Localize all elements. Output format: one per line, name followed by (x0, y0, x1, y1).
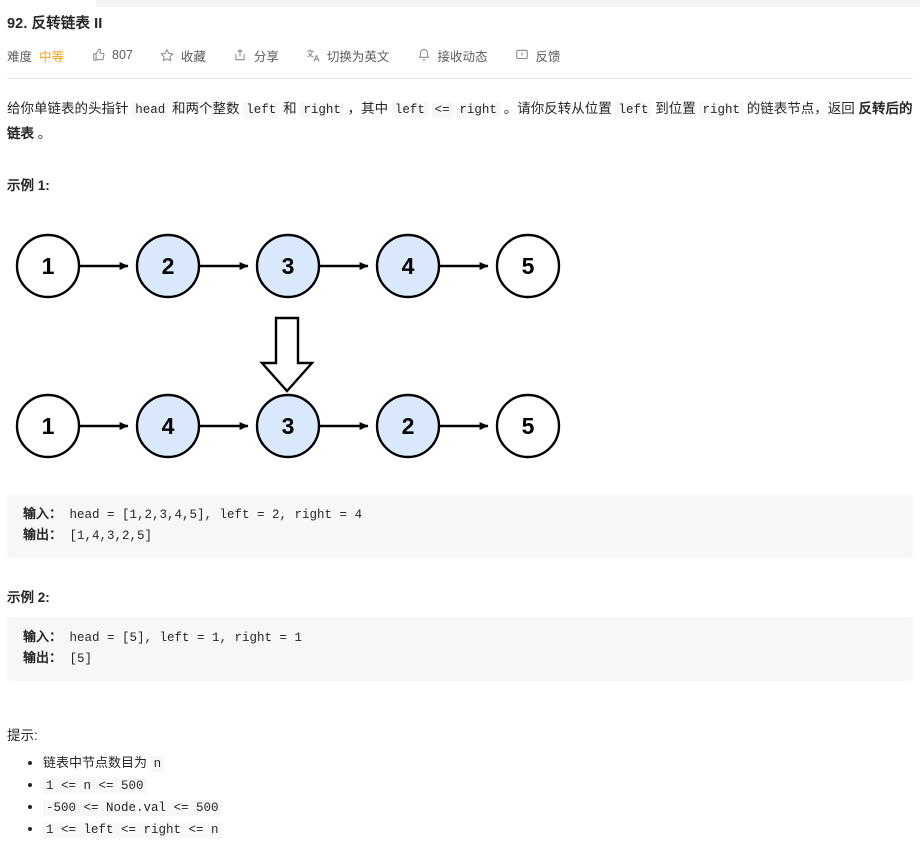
bell-icon (416, 48, 431, 63)
notify-button[interactable]: 接收动态 (416, 46, 487, 65)
inline-code-left-1: left (243, 102, 280, 118)
inline-code-lte: <= (431, 102, 453, 118)
desc-text-7: 。请你反转从位置 (499, 101, 616, 116)
problem-meta-bar: 难度 中等 807 收藏 分享 切换为英文 接收动态 反馈 (7, 45, 913, 65)
difficulty-value: 中等 (39, 49, 65, 64)
share-icon (233, 48, 248, 63)
list-item: 1 <= left <= right <= n (43, 819, 913, 841)
hint-code: n (150, 756, 165, 772)
desc-text-1: 给你单链表的头指针 (7, 101, 133, 116)
desc-text-3: 和 (279, 101, 301, 116)
inline-code-right-2: right (456, 102, 500, 118)
hint-code: -500 <= Node.val <= 500 (43, 800, 222, 816)
list-row-before: 1 2 3 4 5 (15, 233, 561, 299)
example-1-output-value: [1,4,3,2,5] (62, 529, 153, 543)
page-top-strip (96, 0, 920, 7)
example-2-code-block: 输入： head = [5], left = 1, right = 1 输出： … (7, 617, 913, 681)
list-item: 1 <= n <= 500 (43, 775, 913, 797)
example-2-input-label: 输入： (23, 629, 63, 644)
difficulty-label: 难度 (7, 49, 33, 64)
list-node: 2 (375, 393, 441, 459)
favorite-button[interactable]: 收藏 (160, 46, 206, 65)
node-value: 1 (42, 253, 55, 279)
list-node: 4 (135, 393, 201, 459)
hint-text: 链表中节点数目为 (43, 755, 151, 770)
example-1-input-value: head = [1,2,3,4,5], left = 2, right = 4 (62, 508, 363, 522)
example-1-code-block: 输入： head = [1,2,3,4,5], left = 2, right … (7, 494, 913, 558)
node-value: 4 (402, 253, 415, 279)
node-value: 3 (282, 413, 295, 439)
list-row-after: 1 4 3 2 5 (15, 393, 561, 459)
desc-text-8: 到位置 (651, 101, 700, 116)
desc-text-9: 的链表节点，返回 (743, 101, 859, 116)
like-button[interactable]: 807 (91, 48, 133, 63)
list-node: 1 (15, 233, 81, 299)
example-2-input-line: 输入： head = [5], left = 1, right = 1 (23, 627, 897, 648)
problem-description: 给你单链表的头指针 head 和两个整数 left 和 right ，其中 le… (7, 97, 913, 146)
example-1-output-label: 输出： (23, 527, 63, 542)
notify-label: 接收动态 (437, 49, 488, 64)
example-2-output-label: 输出： (23, 650, 63, 665)
thumbs-up-icon (91, 48, 106, 63)
node-value: 2 (402, 413, 415, 439)
inline-code-left-3: left (615, 102, 652, 118)
node-value: 1 (42, 413, 55, 439)
desc-text-2: 和两个整数 (168, 101, 244, 116)
translate-label: 切换为英文 (326, 49, 390, 64)
inline-code-left-2: left (391, 102, 428, 118)
desc-text-10: 。 (34, 126, 52, 141)
share-button[interactable]: 分享 (233, 46, 279, 65)
example-2-input-value: head = [5], left = 1, right = 1 (62, 631, 303, 645)
node-value: 4 (162, 413, 175, 439)
list-node: 5 (495, 393, 561, 459)
feedback-icon (514, 48, 529, 63)
difficulty-group: 难度 中等 (7, 46, 64, 65)
list-item: 链表中节点数目为 n (43, 753, 913, 775)
desc-text-4: ，其中 (343, 101, 392, 116)
example-1-input-line: 输入： head = [1,2,3,4,5], left = 2, right … (23, 504, 897, 525)
node-value: 3 (282, 253, 295, 279)
hint-code: 1 <= left <= right <= n (43, 822, 222, 838)
list-node: 3 (255, 393, 321, 459)
node-value: 2 (162, 253, 175, 279)
linked-list-svg: 1 2 3 4 5 1 4 3 2 5 (15, 233, 561, 459)
node-value: 5 (522, 413, 535, 439)
star-icon (160, 48, 175, 63)
problem-page: 92. 反转链表 II 难度 中等 807 收藏 分享 切换为英文 接收动态 反… (0, 7, 920, 841)
example-1-input-label: 输入： (23, 506, 63, 521)
list-node: 4 (375, 233, 441, 299)
share-label: 分享 (253, 49, 279, 64)
list-node: 2 (135, 233, 201, 299)
like-count: 807 (112, 48, 133, 62)
example-1-output-line: 输出： [1,4,3,2,5] (23, 525, 897, 546)
down-arrow-outline-icon (259, 316, 315, 393)
example-2-title: 示例 2: (7, 590, 50, 605)
feedback-button[interactable]: 反馈 (514, 46, 560, 65)
feedback-label: 反馈 (535, 49, 561, 64)
hints-list: 链表中节点数目为 n 1 <= n <= 500 -500 <= Node.va… (7, 753, 913, 841)
translate-icon (306, 48, 321, 63)
translate-button[interactable]: 切换为英文 (306, 46, 390, 65)
hint-code: 1 <= n <= 500 (43, 778, 147, 794)
node-value: 5 (522, 253, 535, 279)
list-node: 3 (255, 233, 321, 299)
inline-code-head: head (132, 102, 169, 118)
example-2-output-line: 输出： [5] (23, 648, 897, 669)
inline-code-right-1: right (300, 102, 344, 118)
list-item: -500 <= Node.val <= 500 (43, 797, 913, 819)
list-node: 1 (15, 393, 81, 459)
list-node: 5 (495, 233, 561, 299)
hints-title: 提示: (7, 728, 38, 743)
linked-list-diagram: 1 2 3 4 5 1 4 3 2 5 (7, 208, 913, 483)
example-1-title: 示例 1: (7, 178, 50, 193)
inline-code-right-3: right (699, 102, 743, 118)
favorite-label: 收藏 (180, 49, 206, 64)
example-2-output-value: [5] (62, 652, 93, 666)
header-divider (7, 78, 913, 79)
page-title: 92. 反转链表 II (7, 16, 103, 32)
